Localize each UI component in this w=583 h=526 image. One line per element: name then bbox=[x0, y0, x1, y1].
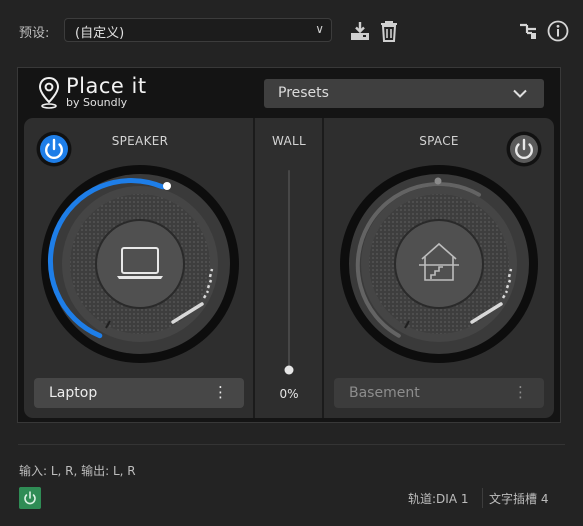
wall-slider[interactable] bbox=[279, 164, 299, 379]
bypass-power-button[interactable] bbox=[19, 487, 41, 509]
presets-label: Presets bbox=[278, 85, 329, 101]
logo: Place it by Soundly bbox=[38, 74, 158, 112]
space-power-button[interactable] bbox=[506, 131, 542, 167]
chevron-down-icon bbox=[513, 89, 527, 98]
wall-slider-handle[interactable] bbox=[284, 365, 294, 375]
slot-label: 文字插槽 4 bbox=[489, 492, 549, 506]
track-label: 轨道:DIA 1 bbox=[408, 492, 469, 506]
speaker-power-button[interactable] bbox=[36, 131, 72, 167]
kebab-menu-icon[interactable]: ⋮ bbox=[213, 383, 228, 401]
speaker-title: SPEAKER bbox=[111, 134, 169, 148]
divider-left bbox=[253, 118, 255, 418]
logo-name: Place it bbox=[66, 74, 147, 98]
space-source-select[interactable]: Basement ⋮ bbox=[334, 378, 544, 408]
chevron-down-icon: ∨ bbox=[315, 22, 324, 36]
io-routing-text: 输入: L, R, 输出: L, R bbox=[19, 464, 136, 478]
location-pin-icon bbox=[38, 76, 60, 109]
space-knob[interactable] bbox=[339, 164, 539, 364]
logo-subtitle: by Soundly bbox=[66, 96, 128, 109]
space-knob-handle[interactable] bbox=[434, 177, 442, 185]
preset-select[interactable]: (自定义) ∨ bbox=[64, 18, 332, 42]
speaker-knob-handle[interactable] bbox=[163, 182, 171, 190]
save-icon[interactable] bbox=[348, 19, 372, 43]
space-source-value: Basement bbox=[349, 385, 420, 401]
preset-label: 预设: bbox=[19, 26, 50, 41]
speaker-source-select[interactable]: Laptop ⋮ bbox=[34, 378, 244, 408]
footer-divider bbox=[18, 444, 565, 445]
preset-select-value: (自定义) bbox=[75, 26, 125, 41]
speaker-knob[interactable] bbox=[40, 164, 240, 364]
wall-title: WALL bbox=[272, 134, 306, 148]
info-icon[interactable] bbox=[547, 20, 569, 42]
divider-right bbox=[322, 118, 324, 418]
speaker-source-value: Laptop bbox=[49, 385, 98, 401]
wall-value: 0% bbox=[279, 387, 299, 401]
routing-icon[interactable] bbox=[518, 21, 538, 41]
footer-separator bbox=[482, 488, 483, 508]
presets-dropdown[interactable]: Presets bbox=[264, 79, 544, 108]
space-title: SPACE bbox=[419, 134, 459, 148]
kebab-menu-icon[interactable]: ⋮ bbox=[513, 383, 528, 401]
trash-icon[interactable] bbox=[378, 19, 400, 43]
